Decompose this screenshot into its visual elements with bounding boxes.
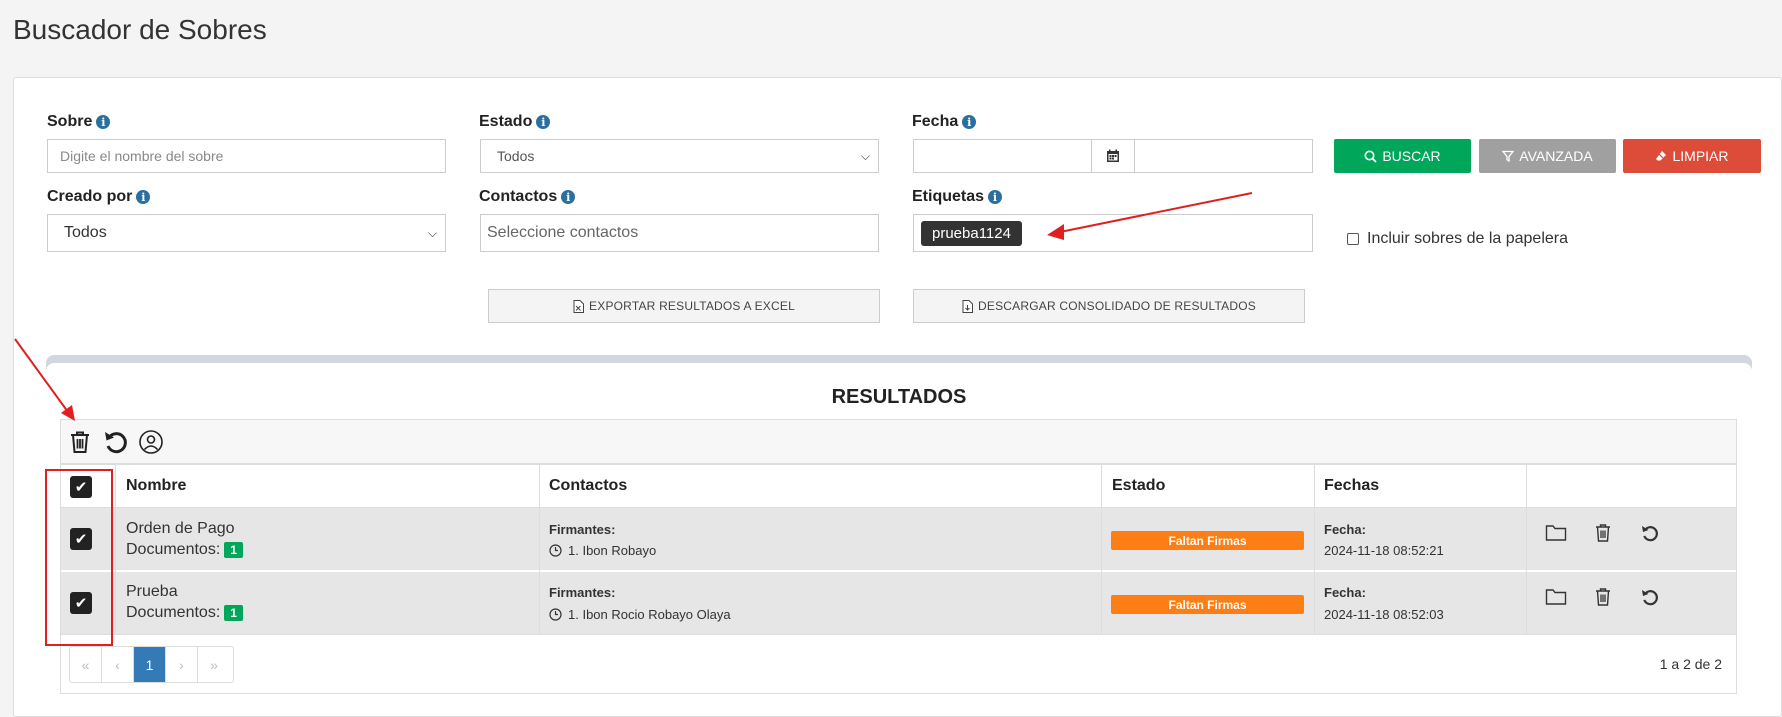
annotation-arrows	[14, 192, 1253, 421]
